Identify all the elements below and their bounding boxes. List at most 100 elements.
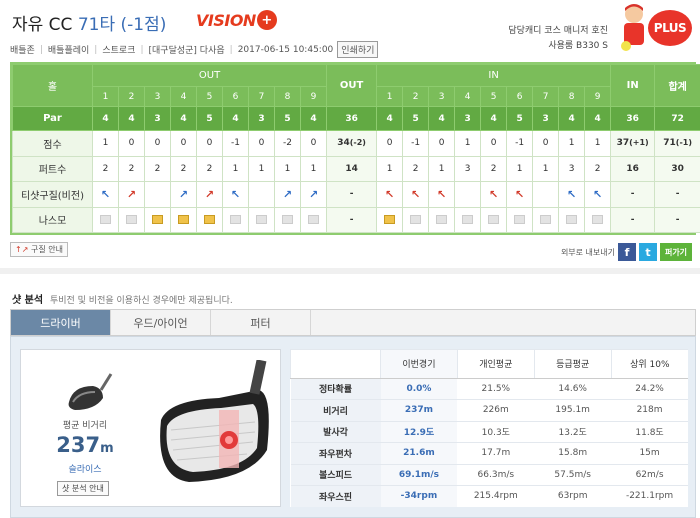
stats-value: 66.3m/s	[457, 463, 535, 486]
tee-shot-cell: ↖	[584, 181, 612, 208]
putts-cell: 1	[222, 155, 249, 182]
stats-value: 24.2%	[611, 377, 688, 400]
embed-button[interactable]: 퍼가기	[660, 243, 692, 261]
shot-direction-icon[interactable]: ↖	[515, 188, 524, 201]
hole-number: 3	[144, 86, 171, 107]
score-cell: -2	[274, 130, 301, 157]
print-button[interactable]: 인쇄하기	[337, 41, 379, 58]
putts-cell: 2	[144, 155, 171, 182]
stats-value: 0.0%	[380, 377, 458, 400]
stats-corner	[290, 349, 381, 379]
shot-guide-button[interactable]: 샷 분석 안내	[57, 481, 109, 496]
shot-direction-icon[interactable]: ↖	[411, 188, 420, 201]
plus-banner[interactable]: PLUS	[614, 0, 694, 56]
out-sum-cell: 36	[326, 106, 378, 131]
stats-header: 상위 10%	[610, 349, 688, 379]
vision-plus-icon: +	[256, 10, 277, 30]
video-icon[interactable]	[178, 214, 189, 224]
twitter-share-button[interactable]: t	[639, 243, 657, 261]
stats-value: 11.8도	[611, 420, 688, 443]
stats-row-label: 비거리	[290, 399, 381, 422]
putts-cell: 1	[274, 155, 301, 182]
shot-legend-button[interactable]: ↑↗ 구질 안내	[10, 242, 68, 257]
nasmo-cell	[532, 206, 560, 233]
score-cell: 0	[196, 130, 223, 157]
nav-item[interactable]: 배틀플레이	[48, 43, 89, 56]
shot-shape: 슬라이스	[68, 465, 102, 475]
tee-shot-cell: ↗	[299, 181, 328, 208]
score-cell: 0	[532, 130, 560, 157]
hole-number: 1	[92, 86, 119, 107]
legend-arrow-icon: ↑↗	[15, 245, 29, 254]
video-icon	[230, 214, 241, 224]
out-sum-cell: 34(-2)	[326, 130, 378, 157]
avg-distance-number: 237	[56, 433, 101, 457]
total-sum-note: (-1)	[675, 138, 692, 148]
video-icon[interactable]	[204, 214, 215, 224]
shot-direction-icon[interactable]: ↗	[309, 188, 318, 201]
caddy-info: 담당캐디 코스 매니저 호진 사용룸 B330 S	[508, 24, 608, 54]
putts-cell: 1	[428, 155, 456, 182]
row-label: Par	[12, 106, 93, 131]
shot-direction-icon[interactable]: ↖	[437, 188, 446, 201]
tab-driver[interactable]: 드라이버	[11, 310, 111, 335]
shot-direction-icon[interactable]: ↖	[385, 188, 394, 201]
total-sum-value: 72	[671, 113, 684, 124]
tab-putter[interactable]: 퍼터	[211, 310, 311, 335]
tee-shot-cell: ↖	[222, 181, 249, 208]
share-bar: 외부로 내보내기 f t 퍼가기	[561, 243, 692, 261]
stats-value: 195.1m	[534, 399, 612, 422]
tab-wood-iron[interactable]: 우드/아이언	[111, 310, 211, 335]
par-cell: 5	[506, 106, 534, 131]
video-icon[interactable]	[384, 214, 396, 224]
shot-direction-icon[interactable]: ↗	[127, 188, 136, 201]
driver-panel: 평균 비거리 237m 슬라이스 샷 분석 안내 이번경기 개인평균 등급평균 상위 …	[10, 336, 696, 518]
out-sum-value: 34	[337, 138, 350, 149]
video-icon	[100, 214, 111, 224]
par-cell: 3	[454, 106, 482, 131]
stats-value: 21.6m	[380, 442, 458, 464]
shot-direction-icon[interactable]: ↖	[489, 188, 498, 201]
par-cell: 4	[558, 106, 586, 131]
shot-direction-icon[interactable]: ↖	[593, 188, 602, 201]
video-icon	[282, 214, 293, 224]
room-line: 사용룸 B330 S	[548, 41, 608, 51]
shot-direction-icon[interactable]: ↖	[101, 188, 110, 201]
shot-stats-table: 이번경기 개인평균 등급평균 상위 10% 정타확률 0.0% 21.5% 14.6% 24.2…	[290, 349, 688, 507]
putts-cell: 3	[454, 155, 482, 182]
tee-shot-cell: ↖	[480, 181, 508, 208]
shot-direction-icon[interactable]: ↗	[205, 188, 214, 201]
putts-cell: 1	[299, 155, 328, 182]
nasmo-cell	[170, 206, 197, 233]
nasmo-cell	[118, 206, 145, 233]
tee-shot-cell: ↖	[92, 181, 119, 208]
nav-separator: |	[39, 44, 43, 55]
nav-item[interactable]: 스트로크	[102, 43, 135, 56]
nasmo-cell	[558, 206, 586, 233]
video-icon[interactable]	[152, 214, 163, 224]
tee-shot-cell: ↗	[274, 181, 301, 208]
hole-header: 홀	[12, 64, 93, 107]
video-icon	[462, 214, 474, 224]
video-icon	[566, 214, 578, 224]
stats-value: 57.5m/s	[534, 463, 612, 486]
nav-item: [대구달성군] 다사읍	[148, 46, 225, 56]
out-sum-cell: -	[326, 181, 378, 208]
hole-number: 5	[480, 86, 508, 107]
putts-cell: 2	[584, 155, 612, 182]
shot-direction-icon[interactable]: ↖	[231, 188, 240, 201]
nav-item[interactable]: 배틀존	[10, 43, 35, 56]
score-cell: -1	[402, 130, 430, 157]
par-cell: 4	[428, 106, 456, 131]
shot-direction-icon[interactable]: ↗	[283, 188, 292, 201]
shot-direction-icon[interactable]: ↗	[179, 188, 188, 201]
tee-shot-cell: ↖	[428, 181, 456, 208]
score-cell: 0	[299, 130, 328, 157]
par-cell: 3	[248, 106, 275, 131]
facebook-share-button[interactable]: f	[618, 243, 636, 261]
caddy-line: 담당캐디 코스 매니저 호진	[508, 26, 608, 36]
nasmo-cell	[376, 206, 404, 233]
stats-value: 62m/s	[611, 463, 688, 486]
putts-cell: 1	[532, 155, 560, 182]
shot-direction-icon[interactable]: ↖	[567, 188, 576, 201]
